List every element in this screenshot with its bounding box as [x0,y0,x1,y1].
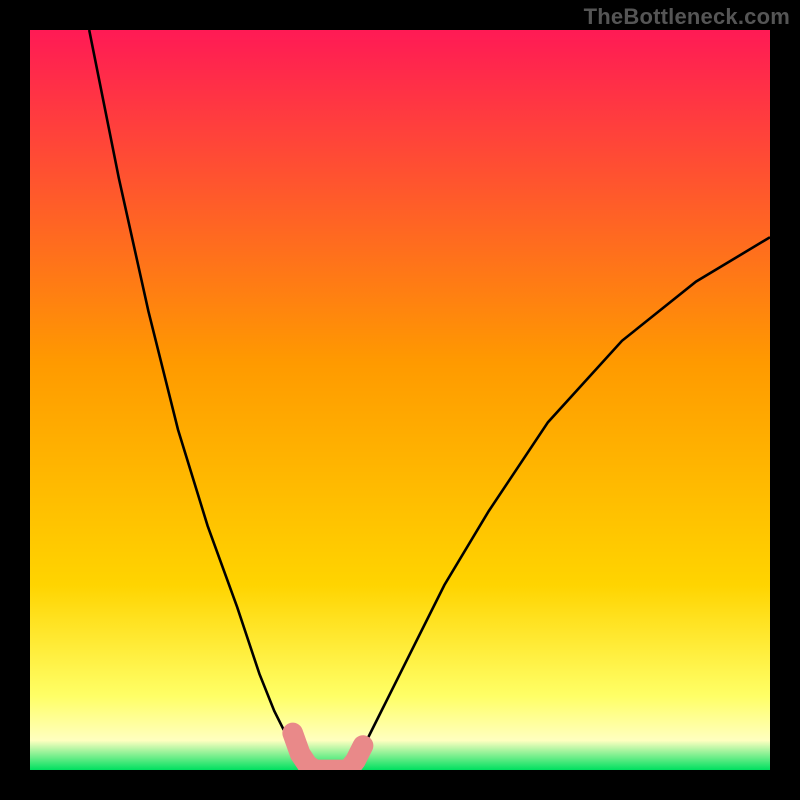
chart-container: TheBottleneck.com [0,0,800,800]
gradient-background [30,30,770,770]
watermark-text: TheBottleneck.com [584,4,790,30]
bottleneck-curve-plot [30,30,770,770]
